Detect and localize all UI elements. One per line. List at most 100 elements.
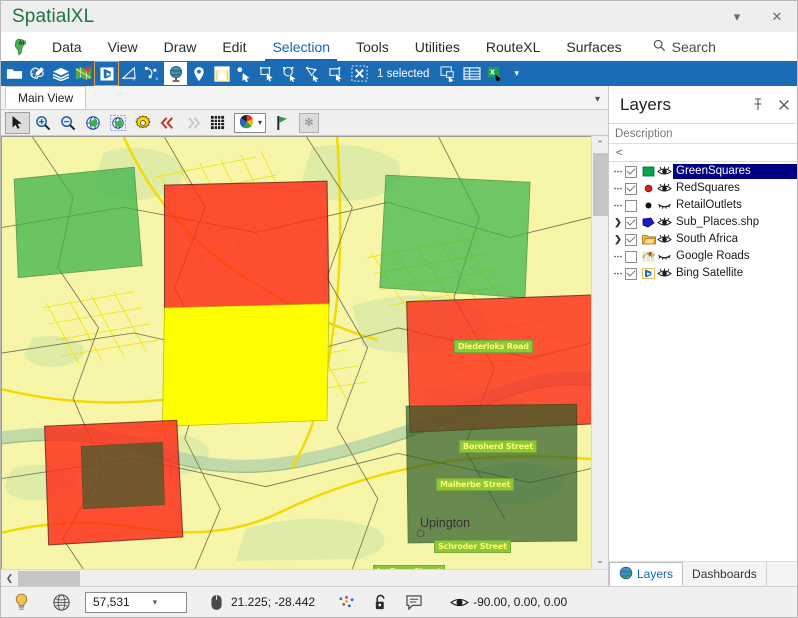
expand-arrow-icon[interactable]: ❯: [611, 217, 625, 228]
favorite-star-icon[interactable]: ✻: [299, 112, 320, 133]
window-controls: ▾ ✕: [717, 1, 797, 32]
layer-checkbox[interactable]: [625, 250, 637, 263]
tab-main-view[interactable]: Main View: [5, 86, 87, 109]
chevron-down-icon[interactable]: ▾: [258, 118, 262, 127]
visibility-eye-icon[interactable]: [656, 268, 673, 279]
green-square-symbol: [641, 166, 656, 177]
vscroll-thumb[interactable]: [592, 153, 608, 216]
map-vertical-scrollbar[interactable]: ⌃ ⌄: [591, 136, 608, 569]
measure-ruler-icon[interactable]: x: [118, 62, 141, 85]
layer-row-retailoutlets[interactable]: ⋯ RetailOutlets: [609, 197, 797, 214]
blue-polygon-symbol: [641, 217, 656, 228]
layers-collapse-button[interactable]: <: [609, 144, 797, 162]
select-circle-icon[interactable]: [279, 62, 302, 85]
minimize-button[interactable]: ▾: [717, 1, 757, 32]
bookmark-flag-icon[interactable]: [270, 112, 295, 134]
map-label: Le Roux Street: [373, 565, 446, 569]
pointer-arrow-icon[interactable]: [5, 111, 30, 134]
snap-dots-icon[interactable]: [329, 587, 363, 618]
expand-arrow-icon[interactable]: ❯: [611, 234, 625, 245]
unlocked-icon[interactable]: [363, 587, 397, 618]
menu-item-draw[interactable]: Draw: [151, 32, 210, 61]
close-icon[interactable]: [771, 92, 797, 118]
select-point-icon[interactable]: [233, 62, 256, 85]
map-pin-icon[interactable]: [72, 62, 95, 85]
lightbulb-icon[interactable]: [1, 587, 41, 618]
select-polygon-icon[interactable]: [302, 62, 325, 85]
layer-row-google-roads[interactable]: ⋯ Google Roads: [609, 248, 797, 265]
note-icon[interactable]: [397, 587, 431, 618]
layer-row-greensquares[interactable]: ⋯ GreenSquares: [609, 163, 797, 180]
layer-row-sub-places[interactable]: ❯ Sub_Places.shp: [609, 214, 797, 231]
bing-icon[interactable]: [94, 61, 119, 86]
menu-item-utilities[interactable]: Utilities: [402, 32, 473, 61]
palette-pen-icon[interactable]: [26, 62, 49, 85]
tab-layers[interactable]: Layers: [609, 562, 684, 586]
menu-item-edit[interactable]: Edit: [209, 32, 259, 61]
menu-item-data[interactable]: Data: [39, 32, 95, 61]
ribbon-overflow-caret[interactable]: ▾: [506, 68, 527, 79]
grid-icon[interactable]: [205, 112, 230, 134]
layer-row-redsquares[interactable]: ⋯ RedSquares: [609, 180, 797, 197]
svg-text:AB: AB: [19, 40, 27, 46]
menu-item-selection[interactable]: Selection: [259, 32, 343, 61]
export-excel-icon[interactable]: X: [483, 62, 506, 85]
globe-icon[interactable]: [164, 62, 187, 85]
visibility-eye-icon[interactable]: [656, 234, 673, 245]
copy-selection-icon[interactable]: [437, 62, 460, 85]
map-canvas[interactable]: Upington Diederioks Road Boroherd Street…: [1, 136, 591, 569]
layer-row-bing-satellite[interactable]: ⋯ Bing Satellite: [609, 265, 797, 282]
tab-dashboards[interactable]: Dashboards: [683, 562, 767, 586]
hscroll-thumb[interactable]: [18, 570, 80, 586]
next-extent-icon[interactable]: [180, 112, 205, 134]
visibility-eye-icon[interactable]: [656, 166, 673, 177]
open-folder-icon[interactable]: [3, 62, 26, 85]
legend-window-icon[interactable]: [210, 62, 233, 85]
layer-checkbox[interactable]: [625, 199, 637, 212]
layers-stack-icon[interactable]: [49, 62, 72, 85]
layer-checkbox[interactable]: [625, 267, 637, 280]
pin-icon[interactable]: [745, 92, 771, 118]
layer-row-south-africa[interactable]: ❯ South Africa: [609, 231, 797, 248]
location-pin-icon[interactable]: [187, 62, 210, 85]
tree-leaf-icon: ⋯: [613, 200, 623, 210]
map-horizontal-scrollbar[interactable]: ❮: [1, 569, 608, 586]
close-button[interactable]: ✕: [757, 1, 797, 32]
zoom-in-icon[interactable]: [30, 112, 55, 134]
visibility-hidden-icon[interactable]: [656, 251, 673, 262]
scroll-left-icon[interactable]: ❮: [1, 570, 18, 587]
menu-item-tools[interactable]: Tools: [343, 32, 402, 61]
globe-wire-icon[interactable]: [41, 587, 81, 618]
layers-description-header: Description: [609, 124, 797, 144]
node-edit-icon[interactable]: x: [141, 62, 164, 85]
previous-extent-icon[interactable]: [155, 112, 180, 134]
menu-item-view[interactable]: View: [95, 32, 151, 61]
layer-checkbox[interactable]: [625, 216, 637, 229]
menu-item-routexl[interactable]: RouteXL: [473, 32, 553, 61]
visibility-eye-icon[interactable]: [656, 217, 673, 228]
zoom-out-icon[interactable]: [55, 112, 80, 134]
eye-icon[interactable]: [445, 587, 473, 618]
zoom-extent-globe-icon[interactable]: [80, 112, 105, 134]
visibility-hidden-icon[interactable]: [656, 200, 673, 211]
visibility-eye-icon[interactable]: [656, 183, 673, 194]
map-label: Malherbe Street: [436, 478, 515, 491]
layer-checkbox[interactable]: [625, 233, 637, 246]
select-box-icon[interactable]: [325, 62, 348, 85]
search-box[interactable]: Search: [635, 32, 726, 61]
clear-selection-icon[interactable]: [348, 62, 371, 85]
scroll-up-icon[interactable]: ⌃: [592, 136, 609, 153]
select-rectangle-icon[interactable]: [256, 62, 279, 85]
scroll-down-icon[interactable]: ⌄: [592, 552, 609, 569]
settings-gear-icon[interactable]: [130, 112, 155, 134]
africa-ab-icon[interactable]: AB: [1, 32, 39, 61]
layer-checkbox[interactable]: [625, 182, 637, 195]
layer-checkbox[interactable]: [625, 165, 637, 178]
table-view-icon[interactable]: [460, 62, 483, 85]
map-scale-combo[interactable]: 57,531 ▾: [85, 591, 187, 613]
zoom-selected-globe-icon[interactable]: [105, 112, 130, 134]
chevron-down-icon[interactable]: ▾: [153, 597, 184, 608]
theme-palette-dropdown[interactable]: ▾: [234, 112, 267, 133]
menu-item-surfaces[interactable]: Surfaces: [553, 32, 634, 61]
tabstrip-caret-icon[interactable]: ▾: [595, 94, 600, 105]
